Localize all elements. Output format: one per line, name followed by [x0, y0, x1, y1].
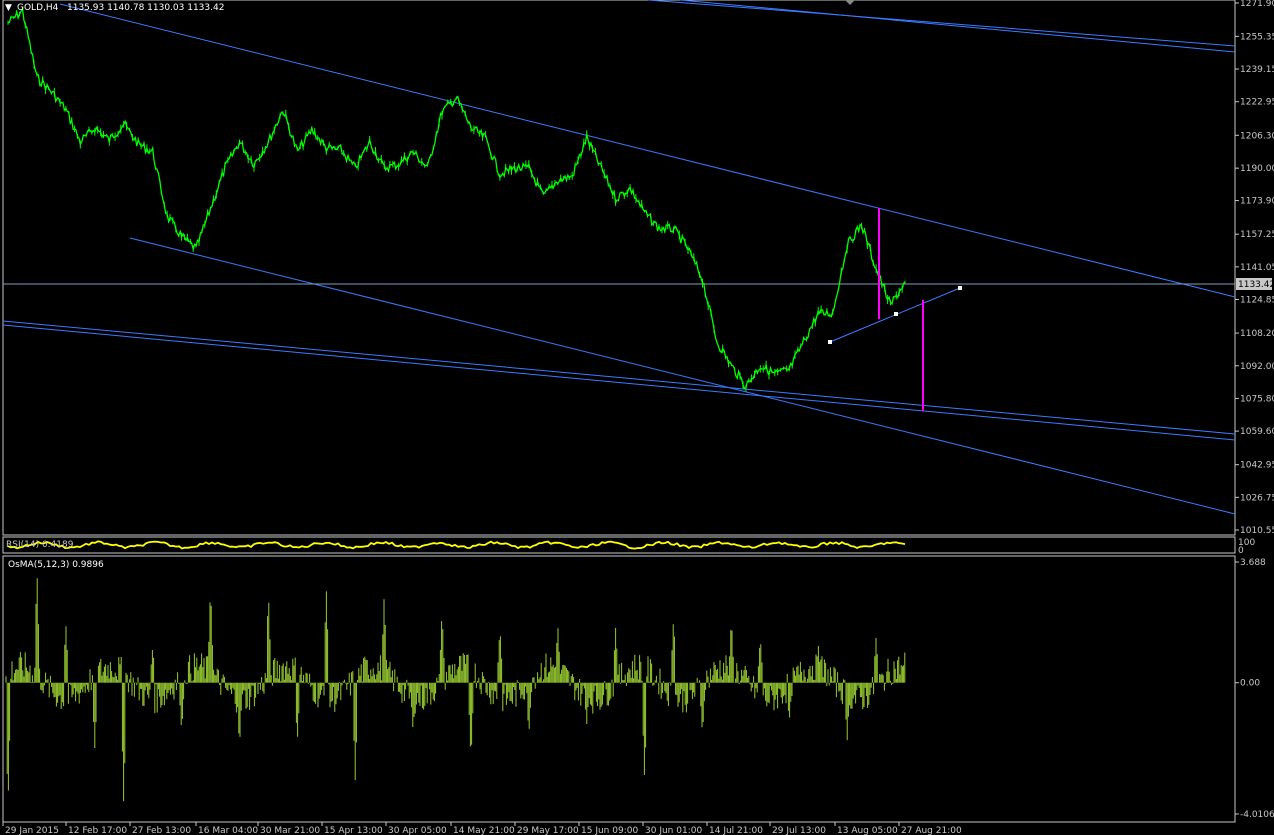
- time-tick-label: 30 Mar 21:00: [260, 826, 320, 835]
- time-tick-label: 14 May 21:00: [453, 826, 515, 835]
- symbol-label: GOLD,H4: [17, 3, 59, 13]
- price-tick-label: 1092.00: [1240, 362, 1274, 372]
- rsi-scale-bottom: 0: [1238, 546, 1244, 556]
- time-tick-label: 15 Jun 09:00: [581, 826, 638, 835]
- upper-channel-line-2[interactable]: [679, 0, 1236, 53]
- time-tick-label: 15 Apr 13:00: [324, 826, 383, 835]
- osma-panel[interactable]: OsMA(5,12,3) 0.9896 3.688 0.00 -4.0106: [2, 555, 1274, 823]
- time-tick-label: 13 Aug 05:00: [837, 826, 898, 835]
- time-tick-label: 27 Feb 13:00: [132, 826, 191, 835]
- time-tick-label: 12 Feb 17:00: [68, 826, 127, 835]
- trendlines[interactable]: [2, 0, 1236, 515]
- price-tick-label: 1042.95: [1240, 461, 1274, 471]
- rsi-series: [7, 540, 906, 550]
- price-tick-label: 1026.75: [1240, 493, 1274, 503]
- time-axis: 29 Jan 2015 12 Feb 17:00 27 Feb 13:00 16 Ma…: [2, 822, 962, 835]
- time-tick-label: 30 Apr 05:00: [388, 826, 447, 835]
- scroll-marker-icon[interactable]: [845, 0, 855, 5]
- time-tick-label: 29 May 17:00: [517, 826, 579, 835]
- price-tick-label: 1271.90: [1240, 0, 1274, 9]
- chart-window: ▼ GOLD,H4 1135.93 1140.78 1130.03 1133.4…: [2, 0, 1274, 835]
- descending-support-line[interactable]: [129, 237, 1236, 515]
- price-tick-label: 1141.05: [1240, 263, 1274, 273]
- rsi-panel[interactable]: RSI(14) 0.4189 100 0: [2, 536, 1255, 556]
- price-tick-label: 1059.60: [1240, 427, 1274, 437]
- price-tick-label: 1255.35: [1240, 32, 1274, 42]
- current-price-tag: 1133.42: [1236, 278, 1274, 290]
- price-tick-label: 1206.30: [1240, 131, 1274, 141]
- osma-tick-label: -4.0106: [1240, 810, 1274, 820]
- osma-tick-label: 3.688: [1240, 558, 1266, 568]
- osma-label: OsMA(5,12,3) 0.9896: [8, 560, 104, 570]
- flag-handle-right[interactable]: [958, 286, 962, 290]
- price-tick-label: 1010.55: [1240, 526, 1274, 536]
- upper-channel-line-1[interactable]: [647, 0, 1236, 47]
- rsi-label: RSI(14) 0.4189: [6, 540, 74, 550]
- osma-tick-label: 0.00: [1240, 679, 1260, 689]
- time-tick-label: 14 Jul 21:00: [709, 826, 763, 835]
- ohlc-label: 1135.93 1140.78 1130.03 1133.42: [67, 3, 224, 13]
- osma-histogram: [5, 578, 906, 802]
- time-tick-label: 16 Mar 04:00: [198, 826, 258, 835]
- price-tick-label: 1157.25: [1240, 230, 1274, 240]
- price-tick-label: 1075.80: [1240, 394, 1274, 404]
- osma-axis: 3.688 0.00 -4.0106: [1235, 558, 1274, 820]
- lower-channel-line-1[interactable]: [2, 320, 1236, 435]
- descending-resistance-line[interactable]: [59, 3, 1236, 298]
- lower-channel-line-2[interactable]: [2, 324, 1236, 441]
- header-label: ▼ GOLD,H4 1135.93 1140.78 1130.03 1133.4…: [5, 3, 224, 13]
- price-series: [7, 7, 906, 389]
- flag-handle-mid[interactable]: [894, 312, 898, 316]
- price-tick-label: 1222.95: [1240, 98, 1274, 108]
- price-tick-label: 1239.15: [1240, 65, 1274, 75]
- price-panel[interactable]: ▼ GOLD,H4 1135.93 1140.78 1130.03 1133.4…: [2, 0, 1236, 536]
- time-tick-label: 29 Jan 2015: [5, 826, 59, 835]
- chart-menu-icon[interactable]: ▼: [5, 3, 12, 13]
- flag-handle-left[interactable]: [828, 340, 832, 344]
- time-tick-label: 27 Aug 21:00: [901, 826, 962, 835]
- price-tick-label: 1124.85: [1240, 296, 1274, 306]
- price-tick-label: 1173.90: [1240, 197, 1274, 207]
- price-tick-label: 1108.20: [1240, 329, 1274, 339]
- price-axis: 1271.90 1255.35 1239.15 1222.95 1206.30 1190.…: [1235, 0, 1274, 536]
- time-tick-label: 30 Jun 01:00: [645, 826, 702, 835]
- time-tick-label: 29 Jul 13:00: [772, 826, 826, 835]
- price-tick-label: 1190.00: [1240, 164, 1274, 174]
- current-price-value: 1133.42: [1238, 280, 1274, 290]
